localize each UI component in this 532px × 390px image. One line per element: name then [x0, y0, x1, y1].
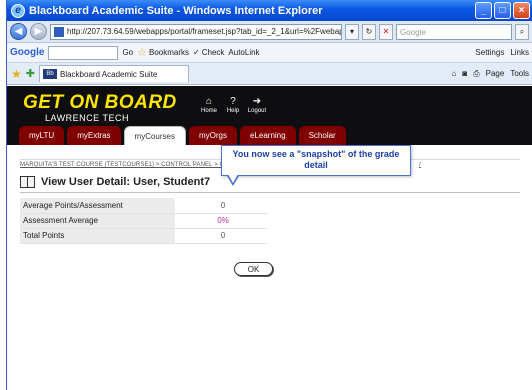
book-icon [20, 176, 35, 188]
add-favorite-icon[interactable]: ✚ [26, 67, 35, 80]
search-input[interactable]: Google [396, 23, 512, 40]
stop-icon[interactable]: ✕ [379, 23, 393, 40]
grade-detail-table: Average Points/Assessment 0 Assessment A… [20, 198, 268, 244]
help-label: Help [226, 108, 240, 114]
breadcrumb-text[interactable]: MARQUITA'S TEST COURSE (TESTCOURSE1) > C… [20, 162, 224, 168]
tab-scholar[interactable]: Scholar [298, 126, 346, 145]
page-title: View User Detail: User, Student7 [20, 176, 210, 188]
google-toolbar-right: Settings Links [475, 48, 532, 57]
callout-pointer-fill [228, 174, 238, 183]
breadcrumb[interactable]: MARQUITA'S TEST COURSE (TESTCOURSE1) > C… [20, 162, 421, 168]
row-label: Total Points [20, 228, 175, 244]
page-menu[interactable]: Page [486, 69, 505, 79]
window-controls: _ □ × [475, 2, 530, 19]
window-title: Blackboard Academic Suite - Windows Inte… [29, 4, 323, 17]
google-logo: Google [10, 47, 45, 58]
tab-myltu[interactable]: myLTU [19, 126, 65, 145]
bookmarks-label: Bookmarks [149, 48, 190, 57]
window-titlebar: e Blackboard Academic Suite - Windows In… [7, 0, 532, 21]
row-label: Average Points/Assessment [20, 198, 175, 214]
row-value: 0 [175, 228, 268, 244]
address-row: ◀ ▶ http://207.73.64.59/webapps/portal/f… [7, 21, 532, 43]
spellcheck-icon: ✓ [193, 48, 200, 57]
minimize-button[interactable]: _ [475, 2, 492, 19]
page-viewport: GET ON BOARD LAWRENCE TECH ⌂ Home ? Help… [7, 86, 532, 390]
blackboard-favicon-icon: Bb [42, 69, 57, 79]
table-row: Average Points/Assessment 0 [20, 198, 268, 214]
check-label: Check [201, 48, 225, 57]
google-toolbar: Google Go ☆ Bookmarks ✓ Check AutoLink Set… [7, 43, 532, 63]
browser-window: e Blackboard Academic Suite - Windows In… [6, 0, 532, 390]
go-label: Go [122, 48, 134, 57]
tab-label: Blackboard Academic Suite [59, 69, 158, 79]
search-icon[interactable]: ⌕ [515, 23, 529, 40]
table-row: Assessment Average 0% [20, 213, 268, 229]
settings-label: Settings [475, 48, 505, 57]
settings-button[interactable]: Settings [475, 48, 504, 57]
ok-button[interactable]: OK [234, 262, 273, 276]
tab-blackboard[interactable]: Bb Blackboard Academic Suite [38, 65, 189, 82]
tab-elearning[interactable]: eLearning [239, 126, 296, 145]
module-tabs: myLTU myExtras myCourses myOrgs eLearnin… [19, 126, 346, 145]
tab-mycourses[interactable]: myCourses [123, 126, 186, 145]
row-value: 0% [175, 213, 268, 229]
ie-logo-icon: e [11, 3, 25, 18]
address-url: http://207.73.64.59/webapps/portal/frame… [67, 27, 342, 36]
go-button[interactable]: Go [122, 48, 133, 57]
bookmarks-button[interactable]: ☆ Bookmarks [137, 46, 189, 59]
top-links: ⌂ Home ? Help ➜ Logout [199, 96, 267, 114]
tab-myorgs[interactable]: myOrgs [188, 126, 237, 145]
content-area: MARQUITA'S TEST COURSE (TESTCOURSE1) > C… [7, 145, 532, 390]
home-icon: ⌂ [205, 96, 213, 107]
command-bar: ⌂ ◙ ⎙ Page Tools [452, 69, 532, 79]
page-icon [54, 26, 64, 37]
favorites-star-icon[interactable]: ★ [11, 67, 22, 81]
star-icon: ☆ [137, 47, 147, 59]
forward-icon[interactable]: ▶ [30, 23, 47, 40]
help-link[interactable]: ? Help [223, 96, 243, 114]
page-title-text: View User Detail: User, Student7 [41, 176, 211, 188]
breadcrumb-tail: / [419, 162, 421, 168]
tab-row: ★ ✚ Bb Blackboard Academic Suite ⌂ ◙ ⎙ P… [7, 63, 532, 85]
brand-subtitle: LAWRENCE TECH [45, 113, 130, 123]
close-button[interactable]: × [513, 2, 530, 19]
logout-link[interactable]: ➜ Logout [247, 96, 267, 114]
home-link[interactable]: ⌂ Home [199, 96, 219, 114]
tools-menu[interactable]: Tools [510, 69, 529, 79]
autolink-label: AutoLink [228, 48, 260, 57]
logout-icon: ➜ [252, 96, 262, 107]
home-label: Home [200, 108, 217, 114]
refresh-icon[interactable]: ↻ [362, 23, 376, 40]
address-dropdown-icon[interactable]: ▾ [345, 23, 359, 40]
home-icon[interactable]: ⌂ [452, 69, 457, 79]
back-icon[interactable]: ◀ [10, 23, 27, 40]
links-label: Links [510, 48, 529, 57]
links-button[interactable]: Links [510, 48, 529, 57]
table-row: Total Points 0 [20, 228, 268, 244]
tutorial-callout: You now see a "snapshot" of the grade de… [221, 145, 411, 176]
feeds-icon[interactable]: ◙ [462, 69, 467, 79]
autolink-button[interactable]: AutoLink [228, 48, 259, 57]
row-label: Assessment Average [20, 213, 175, 229]
check-button[interactable]: ✓ Check [193, 48, 224, 57]
tab-myextras[interactable]: myExtras [67, 126, 121, 145]
address-field[interactable]: http://207.73.64.59/webapps/portal/frame… [50, 23, 342, 40]
heading-divider [20, 192, 520, 193]
row-value: 0 [175, 198, 268, 214]
help-icon: ? [230, 96, 236, 107]
google-search-input[interactable] [48, 45, 119, 60]
logout-label: Logout [247, 108, 267, 114]
brand-logo: GET ON BOARD [23, 92, 177, 113]
maximize-button[interactable]: □ [494, 2, 511, 19]
print-icon[interactable]: ⎙ [473, 69, 479, 79]
blackboard-banner: GET ON BOARD LAWRENCE TECH ⌂ Home ? Help… [7, 86, 532, 145]
